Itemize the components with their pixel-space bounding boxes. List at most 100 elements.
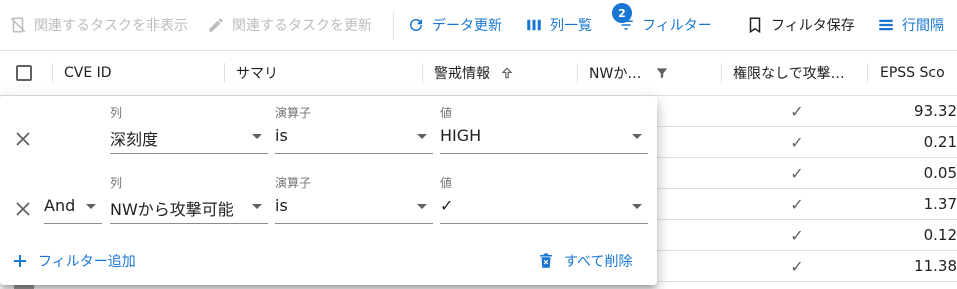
column-separator[interactable] (224, 63, 225, 83)
filter-operator-select[interactable]: 演算子 is (275, 104, 433, 154)
delete-all-filters-button[interactable]: すべて削除 (536, 246, 632, 276)
row-checkbox-peek[interactable] (14, 285, 34, 289)
arrow-drop-down-icon (417, 204, 427, 209)
density-icon (876, 15, 896, 35)
filter-panel-footer: フィルター追加 すべて削除 (0, 246, 657, 276)
field-value: HIGH (440, 126, 482, 145)
column-header-epss[interactable]: EPSS Sco (880, 51, 957, 95)
check-icon: ✓ (790, 101, 804, 121)
field-underline (110, 153, 268, 154)
epss-cell: 0.12 (923, 226, 957, 244)
add-icon (10, 251, 30, 271)
filter-logic-select[interactable]: And (44, 174, 102, 224)
filter-button[interactable]: 2 フィルター (612, 0, 712, 50)
column-separator[interactable] (577, 63, 578, 83)
column-separator[interactable] (867, 63, 868, 83)
filter-value-select[interactable]: 値 HIGH (440, 104, 648, 154)
field-label: 列 (110, 176, 123, 190)
filter-label: フィルター (642, 18, 712, 34)
filter-row: 列 深刻度 演算子 is 値 HIGH (0, 104, 657, 174)
field-underline (440, 223, 648, 224)
epss-cell: 11.38 (914, 257, 957, 275)
toolbar-divider (393, 12, 394, 40)
column-header-label: 権限なしで攻撃… (733, 66, 845, 82)
hide-related-tasks-button[interactable]: 関連するタスクを非表示 (8, 0, 188, 50)
hide-related-tasks-label: 関連するタスクを非表示 (34, 18, 188, 34)
field-value: And (44, 196, 76, 215)
check-icon: ✓ (790, 225, 804, 245)
field-underline (110, 223, 268, 224)
remove-filter-button[interactable] (12, 128, 34, 150)
field-label: 値 (440, 176, 453, 190)
column-header-no-privilege[interactable]: 権限なしで攻撃… (733, 51, 863, 95)
filter-value-select[interactable]: 値 ✓ (440, 174, 648, 224)
view-column-icon (524, 15, 544, 35)
filter-row: And 列 NWから攻撃可能 演算子 is 値 ✓ (0, 174, 657, 244)
filter-column-select[interactable]: 列 深刻度 (110, 104, 268, 154)
close-icon (16, 132, 30, 146)
delete-sweep-icon (536, 251, 556, 271)
column-separator[interactable] (422, 63, 423, 83)
remove-filter-button[interactable] (12, 198, 34, 220)
checkbox-box (16, 65, 32, 81)
epss-cell: 0.05 (923, 164, 957, 182)
save-filter-button[interactable]: フィルタ保存 (745, 0, 855, 50)
column-header-alert[interactable]: 警戒情報 (434, 51, 574, 95)
column-header-label: NWか… (589, 66, 642, 82)
field-value: is (275, 196, 288, 215)
arrow-drop-down-icon (417, 134, 427, 139)
column-header-label: サマリ (236, 66, 278, 82)
toolbar: 関連するタスクを非表示 関連するタスクを更新 データ更新 列一覧 2 フィルター… (0, 0, 957, 50)
column-separator (52, 63, 53, 83)
arrow-drop-down-icon (252, 204, 262, 209)
visibility-off-icon (8, 15, 28, 35)
check-icon: ✓ (790, 163, 804, 183)
bookmark-icon (745, 15, 765, 35)
field-label: 演算子 (275, 106, 312, 120)
arrow-drop-down-icon (632, 204, 642, 209)
column-header-label: CVE ID (64, 65, 112, 81)
field-value: 深刻度 (110, 130, 159, 149)
check-icon: ✓ (790, 194, 804, 214)
filter-count-badge: 2 (612, 3, 632, 23)
field-value: ✓ (440, 196, 454, 215)
column-header-nw[interactable]: NWか… (589, 51, 709, 95)
delete-all-label: すべて削除 (564, 254, 633, 270)
field-underline (44, 223, 102, 224)
columns-button[interactable]: 列一覧 (524, 0, 592, 50)
check-icon: ✓ (790, 256, 804, 276)
filter-active-icon[interactable] (655, 66, 669, 80)
field-value: NWから攻撃可能 (110, 200, 234, 219)
field-label: 値 (440, 106, 453, 120)
refresh-data-button[interactable]: データ更新 (406, 0, 502, 50)
arrow-drop-down-icon (252, 134, 262, 139)
filter-column-select[interactable]: 列 NWから攻撃可能 (110, 174, 268, 224)
arrow-drop-down-icon (632, 134, 642, 139)
column-header-label: 警戒情報 (434, 66, 490, 82)
column-separator[interactable] (721, 63, 722, 83)
field-underline (275, 223, 433, 224)
filter-panel: 列 深刻度 演算子 is 値 HIGH And 列 NWから攻撃可能 演算子 i… (0, 96, 657, 285)
filter-operator-select[interactable]: 演算子 is (275, 174, 433, 224)
refresh-data-label: データ更新 (432, 18, 502, 34)
field-label: 演算子 (275, 176, 312, 190)
select-all-checkbox[interactable] (16, 51, 32, 95)
row-spacing-label: 行間隔 (902, 18, 944, 34)
field-value: is (275, 126, 288, 145)
close-icon (16, 202, 30, 216)
update-related-tasks-button[interactable]: 関連するタスクを更新 (206, 0, 372, 50)
row-spacing-button[interactable]: 行間隔 (876, 0, 944, 50)
filter-list-icon: 2 (612, 3, 636, 35)
column-header-label: EPSS Sco (880, 65, 945, 81)
column-header-cve-id[interactable]: CVE ID (64, 51, 214, 95)
grid-header: CVE ID サマリ 警戒情報 NWか… 権限なしで攻撃… EPSS Sco (0, 50, 957, 96)
field-underline (440, 153, 648, 154)
field-underline (275, 153, 433, 154)
sort-ascending-icon[interactable] (500, 66, 514, 80)
add-filter-button[interactable]: フィルター追加 (10, 246, 136, 276)
edit-icon (206, 15, 226, 35)
column-header-summary[interactable]: サマリ (236, 51, 416, 95)
epss-cell: 0.21 (923, 133, 957, 151)
epss-cell: 1.37 (923, 195, 957, 213)
check-icon: ✓ (790, 132, 804, 152)
